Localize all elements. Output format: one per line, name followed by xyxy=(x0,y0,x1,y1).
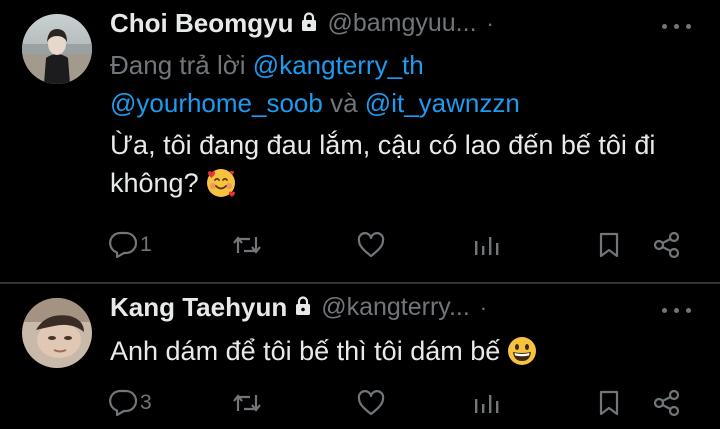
tweet-actions: 1 xyxy=(108,228,708,262)
share-icon xyxy=(652,389,682,417)
replying-to: Đang trả lời @kangterry_th @yourhome_soo… xyxy=(110,46,702,122)
like-button[interactable] xyxy=(356,386,388,420)
tweet-reply-beomgyu[interactable]: Choi Beomgyu @bamgyuu... · Đang trả lời @k… xyxy=(0,0,720,284)
user-handle[interactable]: @kangterry... xyxy=(321,293,470,321)
reply-count: 3 xyxy=(140,391,152,414)
avatar[interactable] xyxy=(22,298,92,368)
like-button[interactable] xyxy=(356,228,388,262)
more-options-icon[interactable] xyxy=(662,306,692,316)
heart-icon xyxy=(356,231,386,259)
reply-button[interactable]: 1 xyxy=(108,228,152,262)
tweet-actions: 3 xyxy=(108,386,708,420)
tweet-content: Kang Taehyun @kangterry... · Anh dám để tô… xyxy=(110,292,702,371)
display-name[interactable]: Choi Beomgyu xyxy=(110,8,293,38)
analytics-icon xyxy=(471,231,501,259)
retweet-icon xyxy=(231,389,263,417)
bookmark-button[interactable] xyxy=(594,386,624,420)
avatar[interactable] xyxy=(22,14,92,84)
mention-link[interactable]: @it_yawnzzn xyxy=(365,88,520,118)
share-button[interactable] xyxy=(652,228,682,262)
reply-icon xyxy=(108,389,138,417)
share-button[interactable] xyxy=(652,386,682,420)
replying-to-label: Đang trả lời xyxy=(110,50,246,80)
mention-link[interactable]: @kangterry_th xyxy=(253,50,424,80)
reply-count: 1 xyxy=(140,233,152,256)
tweet-text-body: Anh dám để tôi bế thì tôi dám bế xyxy=(110,336,501,366)
time-separator: · xyxy=(486,10,494,36)
replying-to-conjunction: và xyxy=(330,88,358,118)
share-icon xyxy=(652,231,682,259)
views-button[interactable] xyxy=(471,386,503,420)
lock-icon xyxy=(301,11,317,32)
retweet-button[interactable] xyxy=(231,228,265,262)
user-handle[interactable]: @bamgyuu... xyxy=(327,9,476,37)
lock-icon xyxy=(295,295,311,316)
reply-icon xyxy=(108,231,138,259)
views-button[interactable] xyxy=(471,228,503,262)
tweet-reply-taehyun[interactable]: Kang Taehyun @kangterry... · Anh dám để tô… xyxy=(0,284,720,429)
mention-link[interactable]: @yourhome_soob xyxy=(110,88,323,118)
display-name[interactable]: Kang Taehyun xyxy=(110,292,287,322)
retweet-icon xyxy=(231,231,263,259)
more-options-icon[interactable] xyxy=(662,22,692,32)
reply-button[interactable]: 3 xyxy=(108,386,152,420)
analytics-icon xyxy=(471,389,501,417)
heart-icon xyxy=(356,389,386,417)
bookmark-icon xyxy=(594,231,624,259)
bookmark-icon xyxy=(594,389,624,417)
tweet-text: Ừa, tôi đang đau lắm, cậu có lao đến bế … xyxy=(110,126,702,203)
tweet-content: Choi Beomgyu @bamgyuu... · Đang trả lời @k… xyxy=(110,8,702,203)
avatar-image xyxy=(22,298,92,368)
grinning-face-icon xyxy=(506,335,538,367)
retweet-button[interactable] xyxy=(231,386,265,420)
tweet-header: Kang Taehyun @kangterry... · xyxy=(110,292,702,330)
avatar-image xyxy=(22,14,92,84)
tweet-header: Choi Beomgyu @bamgyuu... · xyxy=(110,8,702,46)
bookmark-button[interactable] xyxy=(594,228,624,262)
tweet-text: Anh dám để tôi bế thì tôi dám bế xyxy=(110,332,702,371)
time-separator: · xyxy=(479,294,488,320)
smiling-face-with-hearts-icon xyxy=(205,167,237,199)
tweet-text-body: Ừa, tôi đang đau lắm, cậu có lao đến bế … xyxy=(110,130,656,198)
